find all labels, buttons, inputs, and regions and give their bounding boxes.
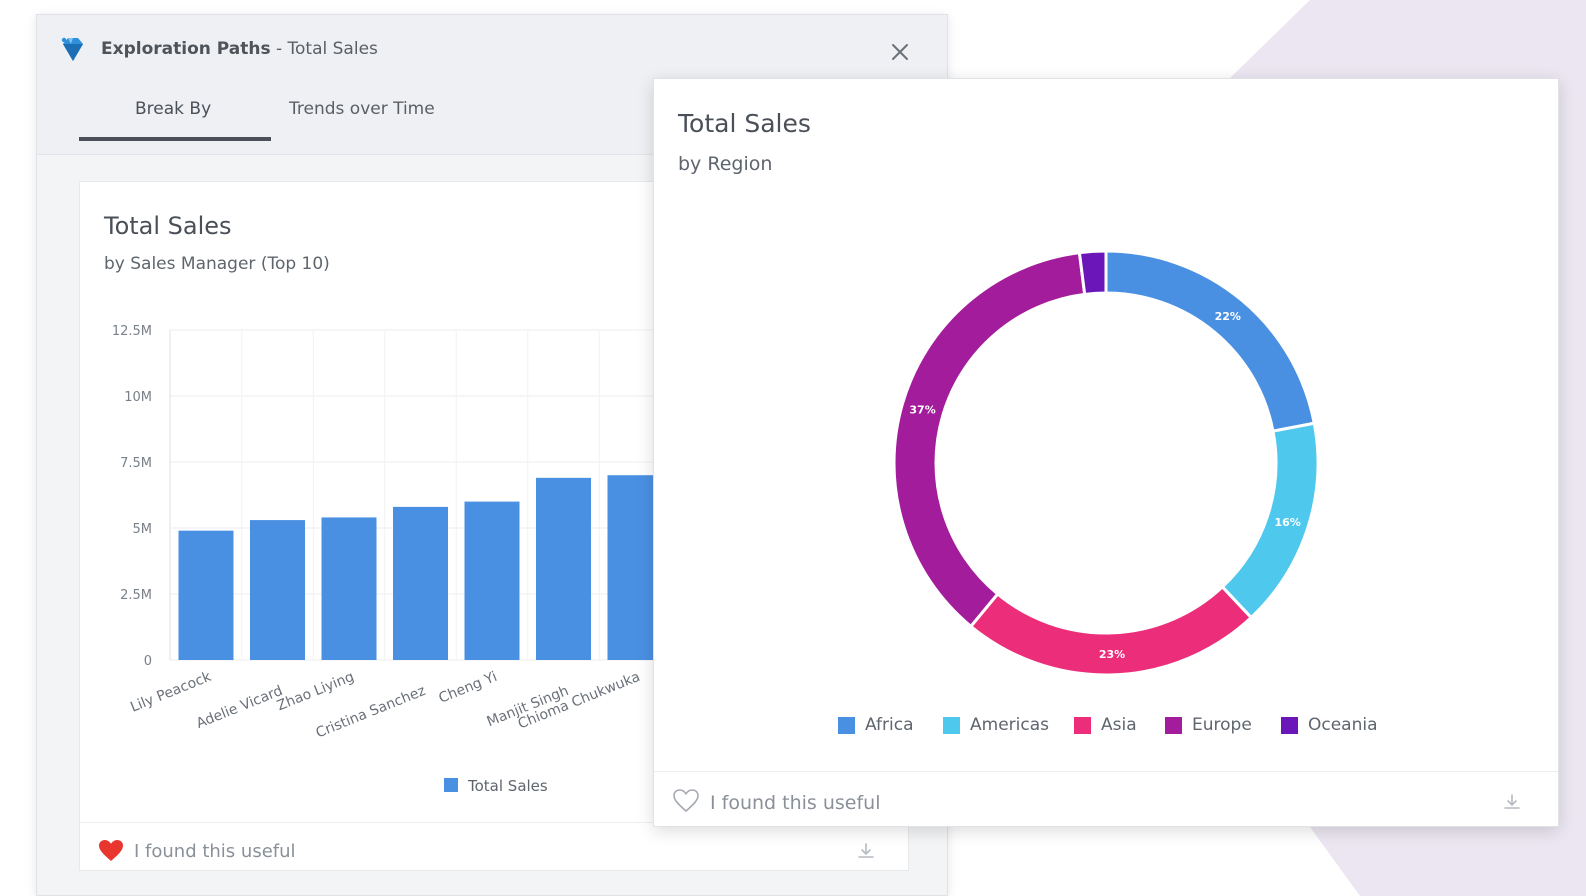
legend-swatch [444,778,458,792]
bar[interactable] [250,520,305,660]
y-tick-label: 5M [133,522,153,537]
tab-trends-over-time[interactable]: Trends over Time [289,99,435,119]
legend-item-americas[interactable]: Americas [943,715,1049,735]
donut-slice-oceania[interactable] [1077,249,1108,297]
bar[interactable] [393,506,448,660]
y-tick-label: 0 [144,654,152,669]
slice-label: 22% [1215,310,1241,323]
slice-label: 37% [909,404,935,417]
legend-label: Europe [1192,715,1252,735]
legend-item-africa[interactable]: Africa [838,715,914,735]
legend-label: Africa [865,715,914,735]
region-chart-card: Total Sales by Region 22% 16% 23% 37% Afric… [653,78,1559,827]
y-tick-label: 2.5M [120,588,152,603]
bar-card-footer: I found this useful [80,822,908,872]
download-icon[interactable] [856,841,876,861]
legend-swatch [943,716,960,734]
download-icon[interactable] [1502,792,1522,812]
bar[interactable] [464,501,520,660]
y-tick-label: 7.5M [120,456,152,471]
tab-break-by[interactable]: Break By [135,99,211,119]
donut-slice-asia[interactable] [968,584,1254,677]
panel-title-rest: - Total Sales [270,39,378,59]
donut-slice-americas[interactable] [1220,421,1320,620]
y-tick-label: 10M [124,390,152,405]
x-tick-label: Adelie Vicard [194,683,285,732]
legend-label: Asia [1101,715,1137,735]
y-tick-label: 12.5M [112,324,152,339]
close-icon[interactable] [889,41,911,63]
x-tick-label: Lily Peacock [128,669,214,716]
diamond-pin-icon [61,37,83,61]
bar[interactable] [321,517,377,660]
legend-label: Total Sales [467,777,548,795]
legend-swatch [1165,716,1182,734]
legend-item-europe[interactable]: Europe [1165,715,1252,735]
legend-swatch [1281,716,1298,734]
donut-chart: 22% 16% 23% 37% [892,249,1320,677]
slice-label: 23% [1099,648,1125,661]
panel-title: Exploration Paths - Total Sales [101,39,378,59]
x-tick-label: Zhao Liying [275,669,357,714]
legend-item-asia[interactable]: Asia [1074,715,1137,735]
donut-card-footer: I found this useful [654,771,1558,828]
legend-swatch [838,716,855,734]
donut-legend: Africa Americas Asia Europe Oceania [654,715,1560,741]
x-tick-label: Cheng Yi [437,669,500,707]
found-useful-label[interactable]: I found this useful [710,792,881,814]
donut-slice-africa[interactable] [1104,249,1317,433]
slice-label: 16% [1274,516,1300,529]
legend-swatch [1074,716,1091,734]
found-useful-label[interactable]: I found this useful [134,841,296,862]
heart-icon[interactable] [98,839,124,863]
active-tab-indicator [79,137,271,141]
heart-outline-icon[interactable] [672,788,700,814]
legend-label: Oceania [1308,715,1378,735]
panel-title-bold: Exploration Paths [101,39,271,59]
legend-item-oceania[interactable]: Oceania [1281,715,1378,735]
donut-slice-europe[interactable] [892,250,1087,629]
bar[interactable] [178,530,234,660]
legend-label: Americas [970,715,1049,735]
bar[interactable] [536,477,591,660]
